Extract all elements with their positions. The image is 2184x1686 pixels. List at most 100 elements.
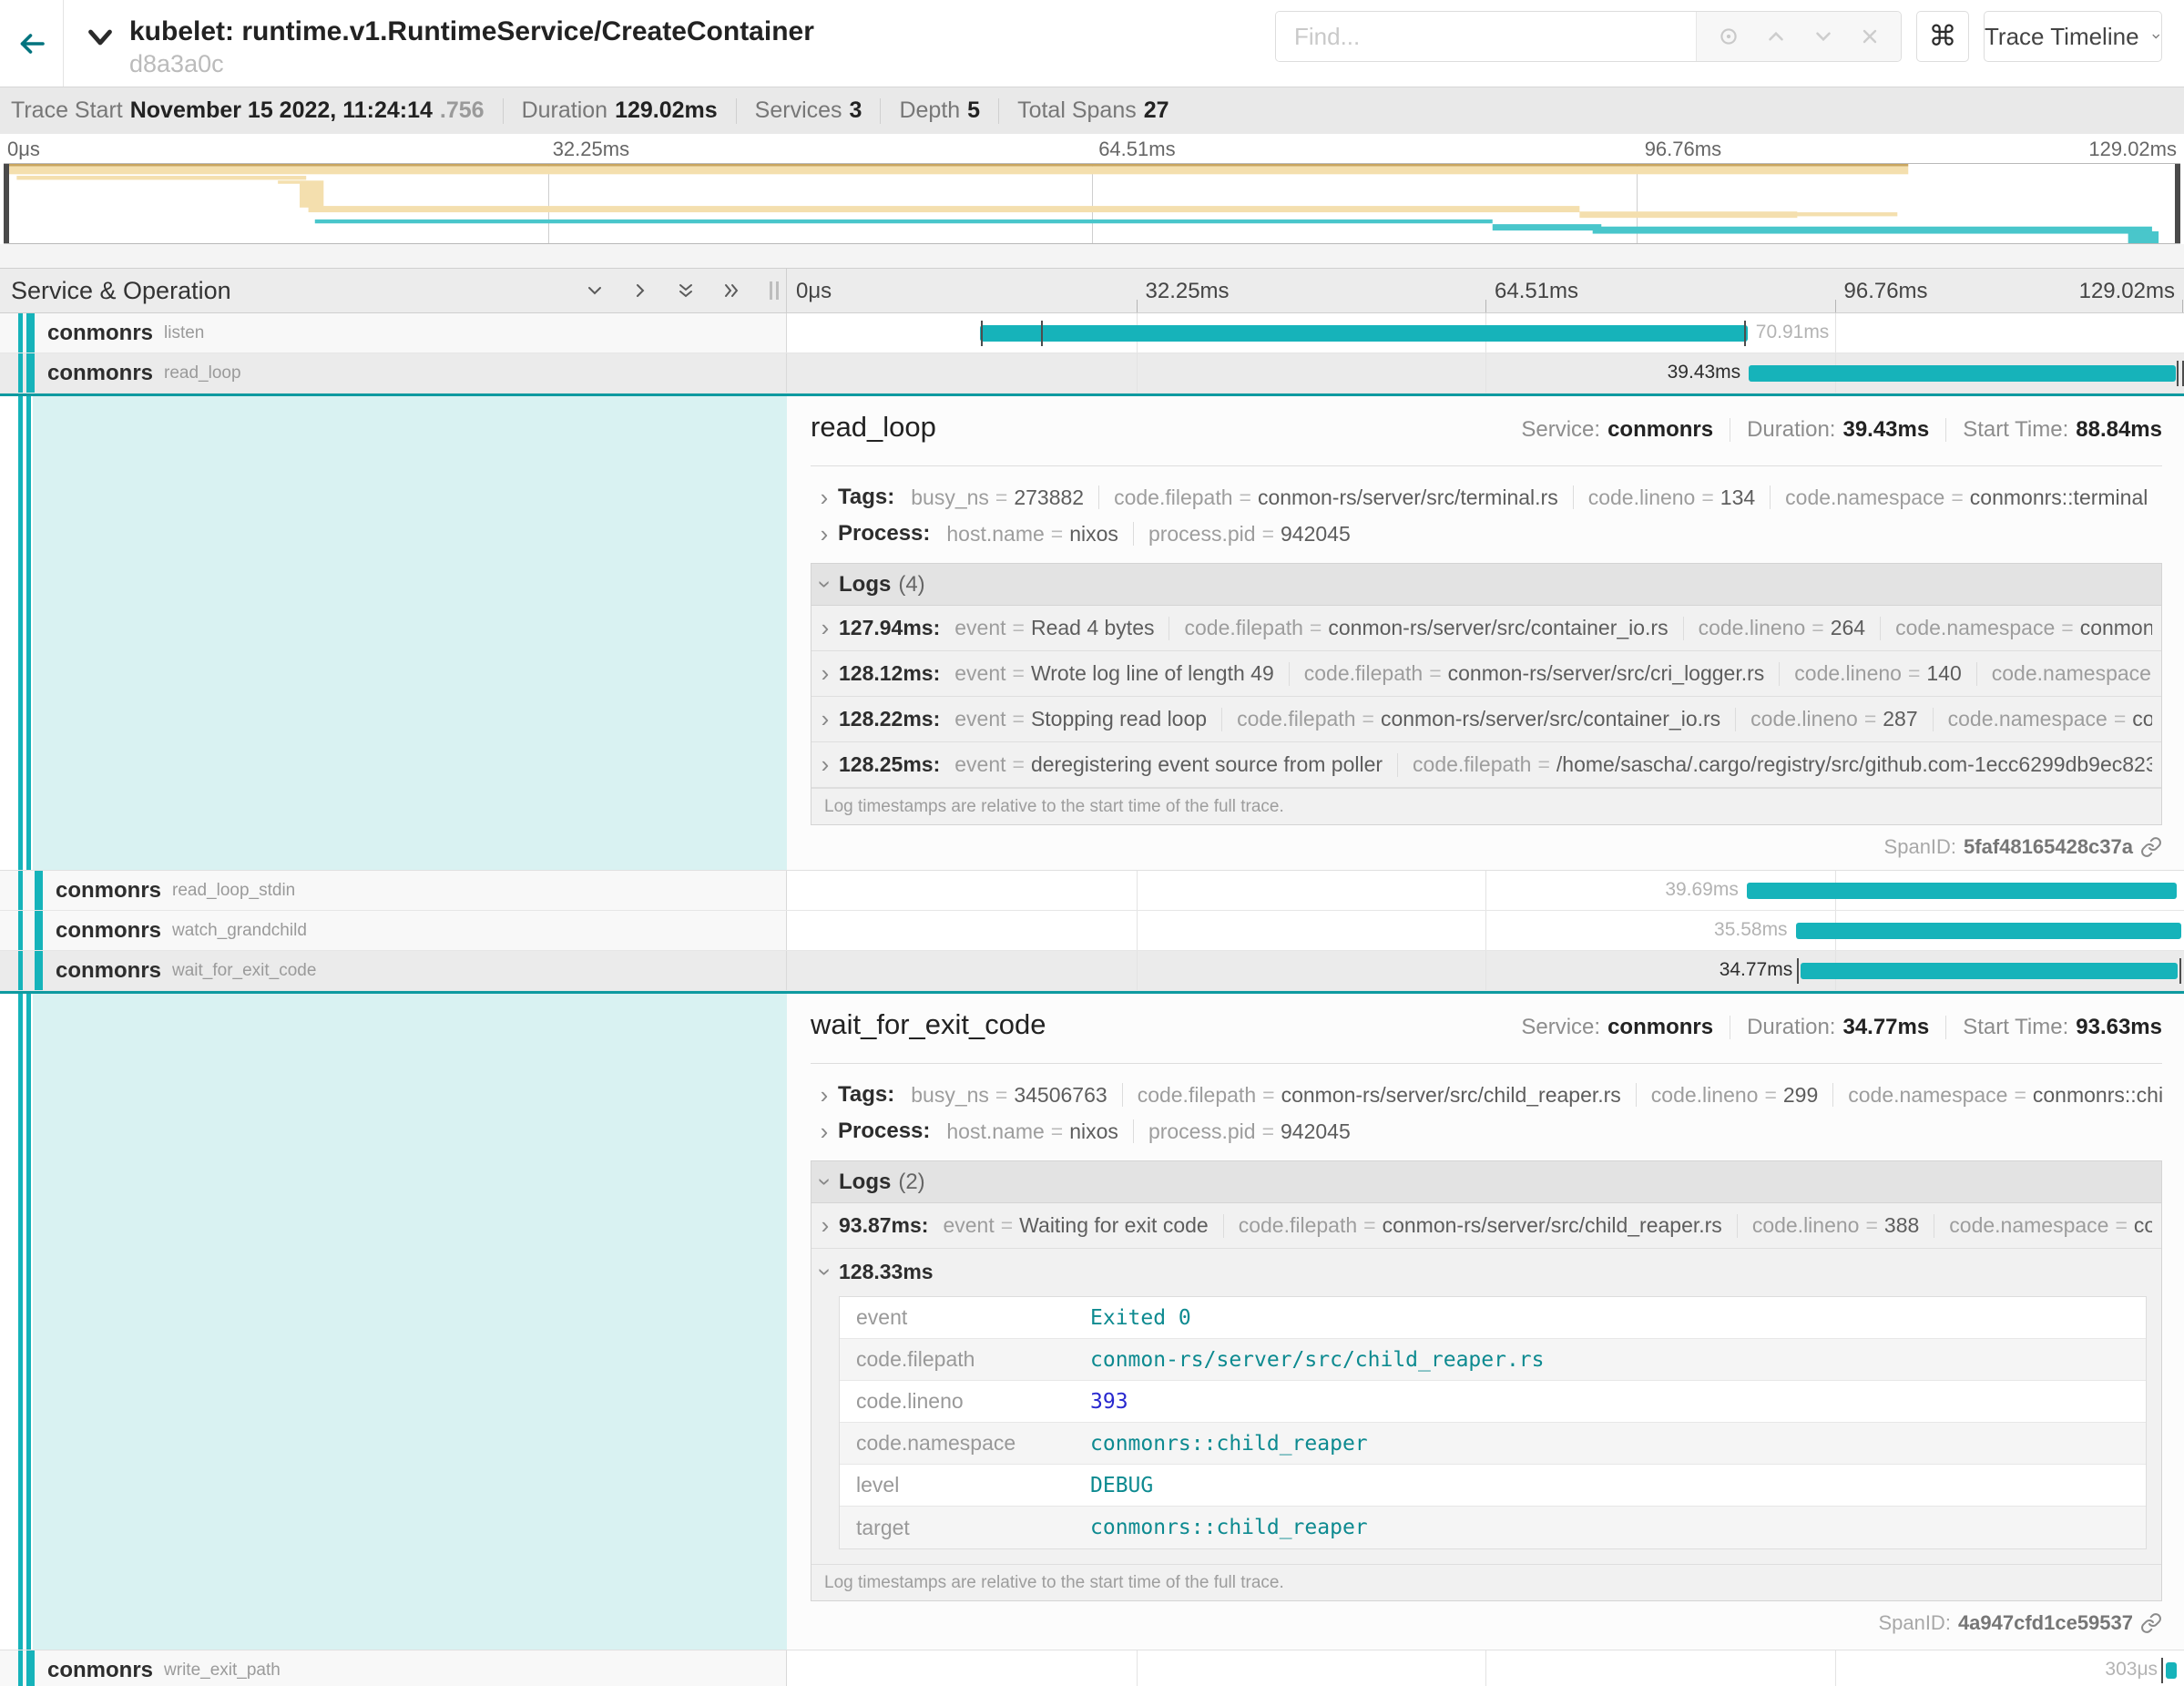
trace-view-selector[interactable]: Trace Timeline: [1984, 11, 2162, 62]
divider: [1133, 522, 1134, 546]
log-entry[interactable]: › 128.25ms: event=deregistering event so…: [811, 742, 2161, 788]
span-row-read-loop-stdin[interactable]: conmonrs read_loop_stdin 39.69ms: [0, 871, 2184, 911]
field-key: code.lineno: [1752, 1213, 1860, 1238]
logs-header[interactable]: › Logs (4): [811, 564, 2161, 606]
span-bar[interactable]: [1801, 963, 2177, 979]
span-bar-cell[interactable]: 39.69ms: [787, 871, 2184, 910]
find-prev-icon[interactable]: [1764, 25, 1788, 48]
minimap-left-handle[interactable]: [4, 164, 9, 243]
process-row[interactable]: › Process: host.name=nixosprocess.pid=94…: [811, 1113, 2162, 1150]
span-row-left[interactable]: conmonrs wait_for_exit_code: [0, 951, 787, 990]
log-entry[interactable]: › 128.12ms: event=Wrote log line of leng…: [811, 651, 2161, 697]
span-row-watch-grandchild[interactable]: conmonrs watch_grandchild 35.58ms: [0, 911, 2184, 951]
span-bar[interactable]: [1747, 883, 2177, 899]
log-entry[interactable]: › 127.94ms: event=Read 4 bytescode.filep…: [811, 606, 2161, 651]
equals-sign: =: [2114, 707, 2126, 731]
minimap-span-segment: [4, 164, 1908, 167]
expand-one-icon[interactable]: [629, 280, 651, 301]
column-resize-grip[interactable]: [770, 281, 779, 300]
equals-sign: =: [1240, 485, 1251, 510]
operation-name: wait_for_exit_code: [172, 961, 316, 981]
chevron-right-icon: ›: [811, 1118, 838, 1146]
span-duration-label: 39.43ms: [1668, 362, 1750, 383]
field-key: event: [954, 752, 1005, 777]
span-bar-cell[interactable]: 34.77ms: [787, 951, 2184, 990]
find-input[interactable]: [1276, 12, 1696, 61]
log-entry[interactable]: › 93.87ms: event=Waiting for exit codeco…: [811, 1203, 2161, 1249]
detail-header: read_loop Service:conmonrs Duration:39.4…: [811, 411, 2162, 455]
minimap-right-handle[interactable]: [2175, 164, 2180, 243]
span-bar[interactable]: [980, 325, 1748, 342]
equals-sign: =: [1864, 707, 1876, 731]
service-color-block: [35, 871, 43, 910]
chevron-down-icon: ›: [811, 1169, 840, 1196]
divider: [1683, 617, 1684, 640]
link-icon[interactable]: [2140, 1612, 2162, 1634]
span-row-left[interactable]: conmonrs write_exit_path: [0, 1650, 787, 1686]
span-bar-cell[interactable]: 35.58ms: [787, 911, 2184, 950]
minimap-span-segment: [300, 180, 323, 208]
focus-match-icon[interactable]: [1717, 25, 1740, 48]
span-bar[interactable]: [2166, 1662, 2177, 1679]
span-bar[interactable]: [1796, 923, 2181, 939]
logs-header[interactable]: › Logs (2): [811, 1161, 2161, 1203]
field-key: code.namespace: [1948, 707, 2107, 731]
field-key: target: [840, 1516, 1090, 1540]
detail-meta: Service:conmonrs Duration:39.43ms Start …: [1521, 417, 2162, 443]
duration-label: Duration: [522, 97, 608, 124]
minimap-span-segment: [4, 167, 1908, 175]
span-id-row: SpanID: 4a947cfd1ce59537: [811, 1601, 2162, 1645]
minimap-tick: 96.76ms: [1645, 138, 1721, 161]
span-bar-cell[interactable]: 70.91ms: [787, 313, 2184, 353]
link-icon[interactable]: [2140, 836, 2162, 858]
detail-left-gutter: [0, 994, 787, 1650]
back-button[interactable]: [0, 0, 64, 87]
chevron-right-icon: ›: [811, 1081, 838, 1109]
span-bar-cell[interactable]: 303μs: [787, 1650, 2184, 1686]
field-value: conmon…: [2134, 1213, 2152, 1238]
field-value: conmon-rs/server/src/child_reaper.rs: [1281, 1083, 1621, 1108]
span-row-listen[interactable]: conmonrs listen 70.91ms: [0, 313, 2184, 353]
equals-sign: =: [1013, 616, 1025, 640]
keyboard-shortcuts-button[interactable]: ⌘: [1916, 11, 1969, 62]
expand-all-icon[interactable]: [720, 280, 742, 301]
divider: [1573, 485, 1574, 509]
equals-sign: =: [1811, 616, 1823, 640]
log-entry-expanded[interactable]: › 128.33ms: [811, 1249, 2161, 1294]
tags-row[interactable]: › Tags: busy_ns=34506763code.filepath=co…: [811, 1077, 2162, 1113]
span-row-read-loop[interactable]: conmonrs read_loop 39.43ms: [0, 353, 2184, 393]
field-value: 273882: [1014, 485, 1084, 510]
chevron-right-icon: ›: [811, 484, 838, 512]
minimap-canvas[interactable]: [4, 163, 2180, 244]
find-next-icon[interactable]: [1811, 25, 1835, 48]
field-key: code.namespace: [1949, 1213, 2108, 1238]
equals-sign: =: [1013, 752, 1025, 777]
span-bar[interactable]: [1749, 365, 2176, 382]
span-bar-cell[interactable]: 39.43ms: [787, 353, 2184, 393]
equals-sign: =: [1051, 522, 1063, 547]
tree-guide: [18, 396, 23, 870]
span-row-left[interactable]: conmonrs listen: [0, 313, 787, 353]
title-collapse-chevron[interactable]: [84, 21, 117, 54]
process-row[interactable]: › Process: host.name=nixosprocess.pid=94…: [811, 516, 2162, 552]
equals-sign: =: [2061, 616, 2073, 640]
trace-minimap[interactable]: 0μs 32.25ms 64.51ms 96.76ms 129.02ms: [0, 134, 2184, 244]
chevron-down-icon: ›: [811, 571, 840, 598]
log-entry[interactable]: › 128.22ms: event=Stopping read loopcode…: [811, 697, 2161, 742]
find-group: [1275, 11, 1902, 62]
collapse-all-icon[interactable]: [675, 280, 697, 301]
collapse-one-icon[interactable]: [584, 280, 606, 301]
tags-label: Tags:: [838, 485, 894, 510]
service-name: conmonrs: [47, 1658, 153, 1683]
span-row-write-exit-path[interactable]: conmonrs write_exit_path 303μs: [0, 1650, 2184, 1686]
clear-find-icon[interactable]: [1859, 26, 1881, 47]
timeline-tick-label: 0μs: [796, 279, 832, 304]
span-row-left[interactable]: conmonrs read_loop_stdin: [0, 871, 787, 910]
span-row-left[interactable]: conmonrs watch_grandchild: [0, 911, 787, 950]
tags-row[interactable]: › Tags: busy_ns=273882code.filepath=conm…: [811, 479, 2162, 516]
field-value: deregistering event source from poller: [1031, 752, 1383, 777]
span-row-left[interactable]: conmonrs read_loop: [0, 353, 787, 393]
span-row-wait-for-exit-code[interactable]: conmonrs wait_for_exit_code 34.77ms: [0, 951, 2184, 991]
minimap-span-segment: [278, 180, 300, 183]
trace-start-ms: .756: [440, 97, 485, 124]
